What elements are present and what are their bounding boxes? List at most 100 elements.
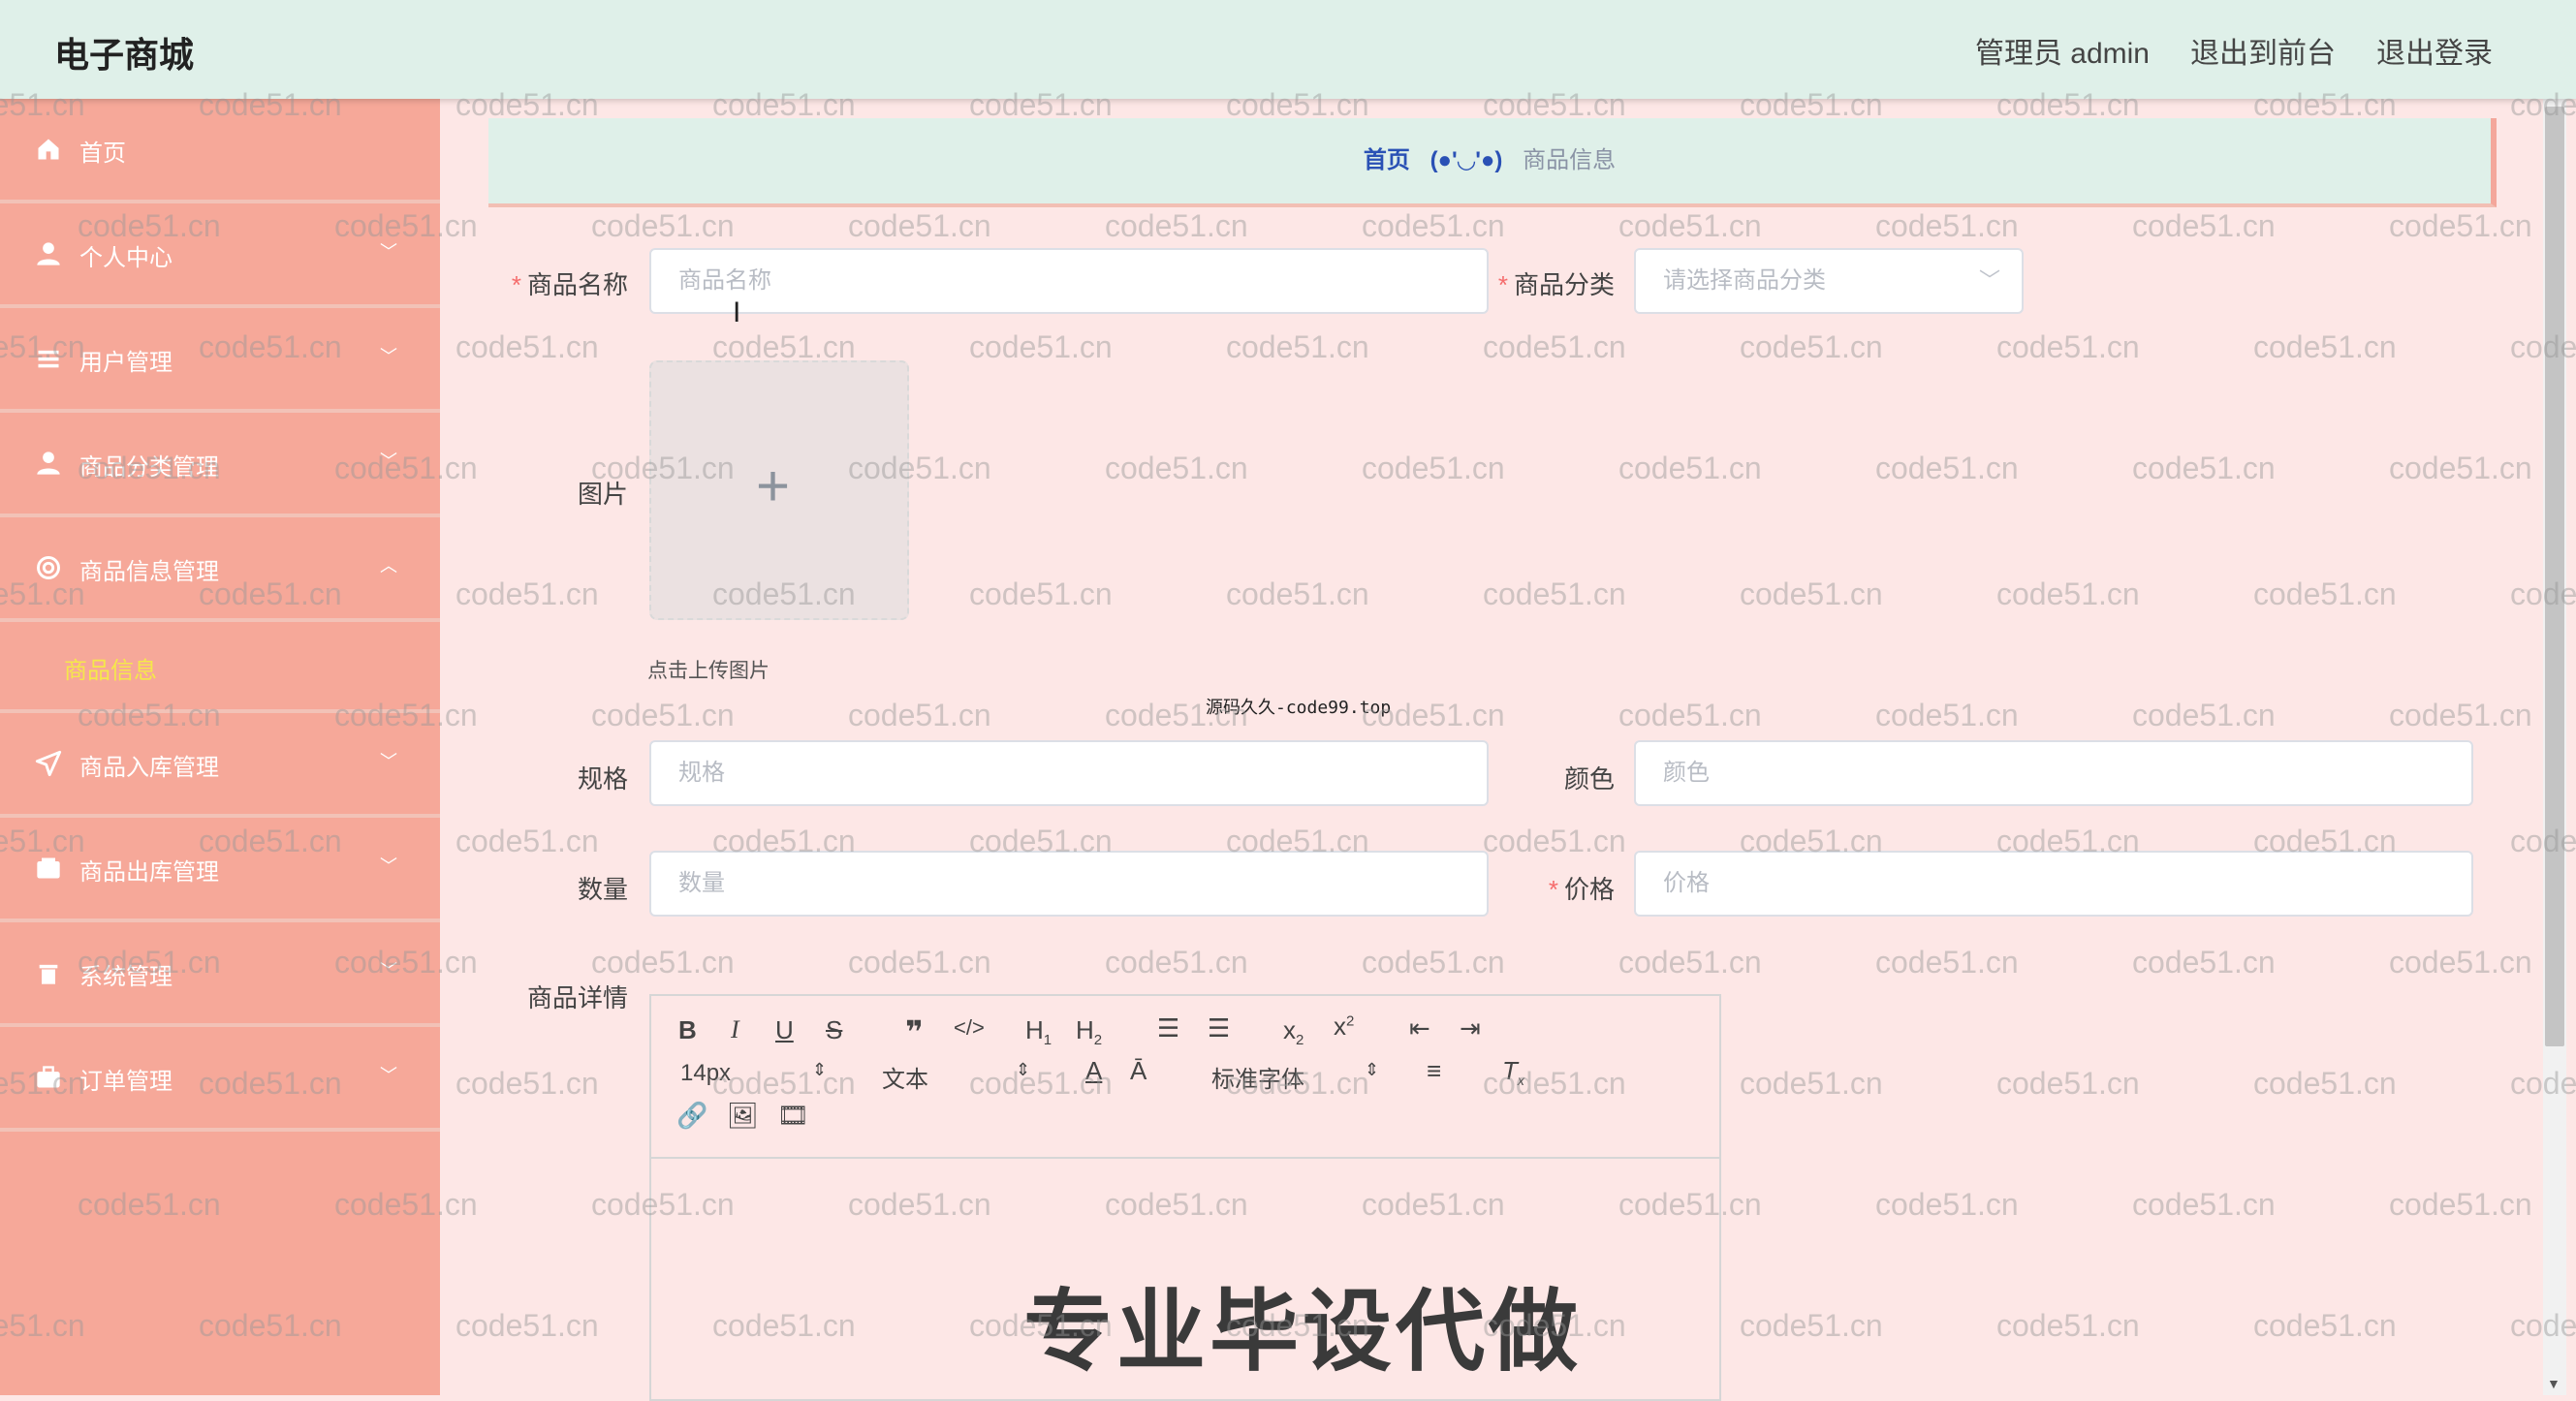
sidebar-item-label: 首页	[79, 140, 126, 167]
superscript-icon[interactable]: x2	[1334, 1012, 1354, 1042]
indent-icon[interactable]: ⇥	[1460, 1013, 1481, 1043]
chevron-down-icon: ﹀	[380, 1066, 397, 1085]
top-header: 电子商城 管理员 admin 退出到前台 退出登录	[0, 0, 2576, 99]
outdent-icon[interactable]: ⇤	[1409, 1013, 1430, 1043]
user-icon	[37, 242, 60, 265]
site-watermark: code51.cn	[456, 576, 599, 611]
site-watermark: code51.cn	[1618, 945, 1762, 980]
site-watermark: code51.cn	[1740, 329, 1883, 364]
sidebar-item-category[interactable]: 商品分类管理 ﹀	[0, 413, 440, 517]
sidebar-item-label: 系统管理	[79, 964, 173, 990]
plus-icon: +	[756, 453, 791, 518]
block-type-select[interactable]: 文本	[882, 1060, 928, 1094]
chevron-up-icon: ︿	[380, 556, 397, 576]
brand-title: 电子商城	[54, 35, 195, 75]
sidebar-item-label: 订单管理	[79, 1069, 173, 1095]
sidebar-item-home[interactable]: 首页	[0, 99, 440, 203]
category-select[interactable]: 请选择商品分类 ﹀	[1634, 248, 2024, 314]
link-icon[interactable]: 🔗	[676, 1101, 707, 1131]
scroll-down-icon[interactable]: ▼	[2547, 1376, 2560, 1391]
site-watermark: code51.cn	[456, 824, 599, 858]
site-watermark: code51.cn	[1618, 451, 1762, 485]
sidebar-item-personal[interactable]: 个人中心 ﹀	[0, 203, 440, 308]
sidebar-item-goods-info[interactable]: 商品信息管理 ︿	[0, 517, 440, 622]
site-watermark: code51.cn	[1362, 945, 1505, 980]
italic-icon[interactable]: I	[731, 1015, 739, 1044]
site-watermark: code51.cn	[2132, 208, 2276, 243]
logout-link[interactable]: 退出登录	[2376, 29, 2493, 72]
code-icon[interactable]: </>	[954, 1015, 985, 1041]
site-watermark: code51.cn	[1740, 1066, 1883, 1101]
spec-input[interactable]: 规格	[649, 740, 1489, 806]
site-watermark: code51.cn	[591, 945, 735, 980]
name-input[interactable]: 商品名称	[649, 248, 1489, 314]
site-watermark: code51.cn	[1105, 208, 1248, 243]
bullet-list-icon[interactable]: ☰	[1208, 1013, 1230, 1043]
underline-icon[interactable]: U	[775, 1015, 794, 1045]
trash-icon	[39, 964, 58, 984]
sidebar: 首页 个人中心 ﹀ 用户管理 ﹀ 商品分类管理 ﹀ 商品信息管理 ︿ 商品信息 …	[0, 99, 440, 1395]
exit-to-front-link[interactable]: 退出到前台	[2190, 29, 2336, 72]
video-icon[interactable]: 🎞	[777, 1101, 809, 1131]
background-color-icon[interactable]: Ā	[1130, 1056, 1147, 1086]
image-uploader[interactable]: +	[649, 360, 909, 620]
site-watermark: code51.cn	[1483, 329, 1626, 364]
site-watermark: code51.cn	[1483, 576, 1626, 611]
color-label: 颜色	[1563, 764, 1615, 794]
ordered-list-icon[interactable]: ☰	[1157, 1013, 1179, 1043]
category-placeholder: 请选择商品分类	[1663, 267, 1826, 294]
site-watermark: code51.cn	[1226, 576, 1369, 611]
site-watermark: code51.cn	[1618, 698, 1762, 732]
site-watermark: code51.cn	[1875, 451, 2019, 485]
strike-icon[interactable]: S	[826, 1015, 842, 1045]
sidebar-subitem-goods-info[interactable]: 商品信息	[0, 622, 440, 713]
sidebar-item-system[interactable]: 系统管理 ﹀	[0, 922, 440, 1027]
price-input[interactable]: 价格	[1634, 851, 2473, 917]
font-color-icon[interactable]: A	[1085, 1056, 1102, 1086]
chevron-down-icon: ﹀	[1978, 268, 2000, 293]
promo-watermark: 专业毕设代做	[1023, 1283, 1583, 1382]
site-watermark: code51.cn	[2389, 698, 2532, 732]
subscript-icon[interactable]: x2	[1283, 1015, 1304, 1048]
sidebar-item-label: 商品信息管理	[79, 559, 219, 585]
text-cursor-icon: I	[733, 296, 741, 328]
image-icon[interactable]: 🖼	[727, 1101, 759, 1131]
breadcrumb: 首页 (●'◡'●) 商品信息	[488, 118, 2497, 207]
site-watermark: code51.cn	[1996, 329, 2140, 364]
sidebar-item-stock-in[interactable]: 商品入库管理 ﹀	[0, 713, 440, 818]
site-watermark: code51.cn	[1875, 208, 2019, 243]
font-family-select[interactable]: 标准字体	[1211, 1060, 1304, 1094]
quote-icon[interactable]: ❞	[905, 1013, 924, 1050]
site-watermark: code51.cn	[1362, 451, 1505, 485]
site-watermark: code51.cn	[2253, 1066, 2397, 1101]
clear-format-icon[interactable]: Tx	[1502, 1056, 1524, 1088]
align-icon[interactable]: ≡	[1427, 1056, 1441, 1086]
site-watermark: code51.cn	[848, 698, 991, 732]
site-watermark: code51.cn	[848, 945, 991, 980]
qty-input[interactable]: 数量	[649, 851, 1489, 917]
top-nav: 管理员 admin 退出到前台 退出登录	[1975, 29, 2493, 72]
site-watermark: code51.cn	[2389, 451, 2532, 485]
site-watermark: code51.cn	[1740, 1308, 1883, 1343]
site-watermark: code51.cn	[1105, 451, 1248, 485]
site-watermark: code51.cn	[1996, 1066, 2140, 1101]
font-size-select[interactable]: 14px	[680, 1060, 731, 1087]
site-watermark: code51.cn	[2132, 451, 2276, 485]
name-label: * 商品名称	[511, 270, 628, 299]
h2-icon[interactable]: H2	[1076, 1015, 1102, 1048]
site-watermark: code51.cn	[1362, 208, 1505, 243]
sidebar-item-orders[interactable]: 订单管理 ﹀	[0, 1027, 440, 1132]
sort-icon: ⇕	[1016, 1060, 1031, 1079]
site-watermark: code51.cn	[456, 1308, 599, 1343]
breadcrumb-home[interactable]: 首页	[1364, 147, 1410, 173]
sort-icon: ⇕	[1365, 1060, 1380, 1079]
bold-icon[interactable]: B	[678, 1015, 697, 1045]
breadcrumb-current: 商品信息	[1523, 147, 1617, 173]
sidebar-item-stock-out[interactable]: 商品出库管理 ﹀	[0, 818, 440, 922]
color-input[interactable]: 颜色	[1634, 740, 2473, 806]
sidebar-item-users[interactable]: 用户管理 ﹀	[0, 308, 440, 413]
site-watermark: code51.cn	[1875, 698, 2019, 732]
scrollbar-thumb[interactable]	[2545, 107, 2564, 1046]
h1-icon[interactable]: H1	[1025, 1015, 1052, 1048]
site-watermark: code51.cn	[2253, 329, 2397, 364]
